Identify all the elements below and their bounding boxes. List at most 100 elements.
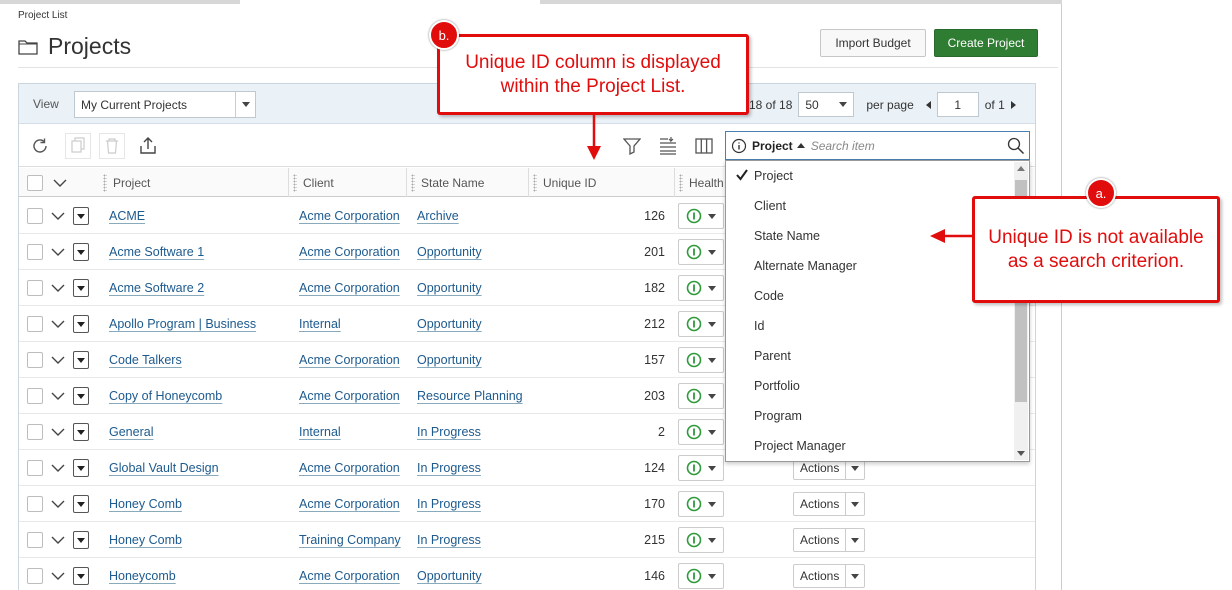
row-menu-button[interactable] bbox=[73, 495, 89, 513]
project-link[interactable]: Code Talkers bbox=[109, 353, 182, 367]
page-number-input[interactable]: 1 bbox=[936, 92, 979, 117]
health-selector[interactable] bbox=[678, 275, 724, 301]
chevron-down-icon[interactable] bbox=[51, 211, 65, 221]
table-row[interactable]: Honey Comb Training Company In Progress … bbox=[19, 522, 1035, 558]
health-selector[interactable] bbox=[678, 347, 724, 373]
project-link[interactable]: Honey Comb bbox=[109, 533, 182, 547]
select-all-checkbox[interactable] bbox=[27, 174, 43, 191]
refresh-icon[interactable] bbox=[29, 135, 51, 157]
row-checkbox[interactable] bbox=[27, 568, 43, 584]
next-page-icon[interactable] bbox=[1010, 100, 1016, 109]
row-checkbox[interactable] bbox=[27, 460, 43, 476]
search-option-program[interactable]: Program bbox=[726, 401, 1013, 431]
row-checkbox[interactable] bbox=[27, 424, 43, 440]
delete-icon[interactable] bbox=[99, 133, 125, 159]
project-link[interactable]: Apollo Program | Business bbox=[109, 317, 256, 331]
filter-icon[interactable] bbox=[621, 135, 643, 157]
state-link[interactable]: In Progress bbox=[417, 533, 481, 547]
client-link[interactable]: Acme Corporation bbox=[299, 209, 400, 223]
create-project-button[interactable]: Create Project bbox=[934, 29, 1038, 57]
search-box[interactable]: Project Search item bbox=[725, 131, 1030, 160]
state-link[interactable]: Opportunity bbox=[417, 317, 482, 331]
breadcrumb[interactable]: Project List bbox=[18, 10, 67, 21]
column-header-unique-id[interactable]: Unique ID bbox=[529, 168, 675, 197]
chevron-down-icon[interactable] bbox=[53, 178, 67, 188]
client-link[interactable]: Internal bbox=[299, 425, 341, 439]
state-link[interactable]: In Progress bbox=[417, 425, 481, 439]
chevron-down-icon[interactable] bbox=[51, 283, 65, 293]
row-menu-button[interactable] bbox=[73, 315, 89, 333]
client-link[interactable]: Acme Corporation bbox=[299, 245, 400, 259]
scroll-up-icon[interactable] bbox=[1017, 166, 1025, 171]
chevron-down-icon[interactable] bbox=[51, 319, 65, 329]
project-link[interactable]: Acme Software 2 bbox=[109, 281, 204, 295]
health-selector[interactable] bbox=[678, 203, 724, 229]
actions-button[interactable]: Actions bbox=[793, 564, 866, 588]
search-field-selector[interactable]: Project bbox=[752, 139, 793, 153]
row-checkbox[interactable] bbox=[27, 496, 43, 512]
health-selector[interactable] bbox=[678, 311, 724, 337]
columns-icon[interactable] bbox=[693, 135, 715, 157]
page-size-select[interactable]: 50 bbox=[798, 92, 855, 117]
chevron-down-icon[interactable] bbox=[235, 92, 255, 117]
state-link[interactable]: Opportunity bbox=[417, 353, 482, 367]
health-selector[interactable] bbox=[678, 239, 724, 265]
view-select[interactable]: My Current Projects bbox=[74, 91, 256, 118]
search-option-portfolio[interactable]: Portfolio bbox=[726, 371, 1013, 401]
project-link[interactable]: Global Vault Design bbox=[109, 461, 219, 475]
search-option-code[interactable]: Code bbox=[726, 281, 1013, 311]
search-option-parent[interactable]: Parent bbox=[726, 341, 1013, 371]
search-option-id[interactable]: Id bbox=[726, 311, 1013, 341]
state-link[interactable]: Resource Planning bbox=[417, 389, 523, 403]
row-menu-button[interactable] bbox=[73, 531, 89, 549]
row-checkbox[interactable] bbox=[27, 352, 43, 368]
chevron-up-icon[interactable] bbox=[796, 143, 805, 148]
row-menu-button[interactable] bbox=[73, 279, 89, 297]
chevron-down-icon[interactable] bbox=[51, 499, 65, 509]
project-link[interactable]: General bbox=[109, 425, 153, 439]
health-selector[interactable] bbox=[678, 527, 724, 553]
health-selector[interactable] bbox=[678, 491, 724, 517]
chevron-down-icon[interactable] bbox=[51, 427, 65, 437]
client-link[interactable]: Acme Corporation bbox=[299, 353, 400, 367]
project-link[interactable]: ACME bbox=[109, 209, 145, 223]
column-header-state-name[interactable]: State Name bbox=[407, 168, 529, 197]
search-option-alternate-manager[interactable]: Alternate Manager bbox=[726, 251, 1013, 281]
project-link[interactable]: Honeycomb bbox=[109, 569, 176, 583]
row-checkbox[interactable] bbox=[27, 280, 43, 296]
chevron-down-icon[interactable] bbox=[51, 571, 65, 581]
state-link[interactable]: Archive bbox=[417, 209, 459, 223]
row-menu-button[interactable] bbox=[73, 351, 89, 369]
health-selector[interactable] bbox=[678, 455, 724, 481]
search-input[interactable]: Search item bbox=[811, 139, 1007, 153]
state-link[interactable]: Opportunity bbox=[417, 569, 482, 583]
copy-icon[interactable] bbox=[65, 133, 91, 159]
search-option-project[interactable]: Project bbox=[726, 161, 1013, 191]
client-link[interactable]: Acme Corporation bbox=[299, 281, 400, 295]
search-option-client[interactable]: Client bbox=[726, 191, 1013, 221]
health-selector[interactable] bbox=[678, 419, 724, 445]
row-checkbox[interactable] bbox=[27, 208, 43, 224]
actions-button[interactable]: Actions bbox=[793, 492, 866, 516]
search-option-project-manager[interactable]: Project Manager bbox=[726, 431, 1013, 461]
project-link[interactable]: Copy of Honeycomb bbox=[109, 389, 222, 403]
client-link[interactable]: Acme Corporation bbox=[299, 389, 400, 403]
scroll-down-icon[interactable] bbox=[1017, 451, 1025, 456]
chevron-down-icon[interactable] bbox=[51, 355, 65, 365]
chevron-down-icon[interactable] bbox=[51, 535, 65, 545]
client-link[interactable]: Acme Corporation bbox=[299, 497, 400, 511]
row-menu-button[interactable] bbox=[73, 243, 89, 261]
row-menu-button[interactable] bbox=[73, 387, 89, 405]
client-link[interactable]: Training Company bbox=[299, 533, 401, 547]
search-icon[interactable] bbox=[1007, 137, 1025, 155]
chevron-down-icon[interactable] bbox=[51, 463, 65, 473]
client-link[interactable]: Internal bbox=[299, 317, 341, 331]
client-link[interactable]: Acme Corporation bbox=[299, 461, 400, 475]
row-checkbox[interactable] bbox=[27, 244, 43, 260]
health-selector[interactable] bbox=[678, 563, 724, 589]
export-icon[interactable] bbox=[137, 135, 159, 157]
import-budget-button[interactable]: Import Budget bbox=[820, 29, 926, 57]
column-header-client[interactable]: Client bbox=[289, 168, 407, 197]
actions-button[interactable]: Actions bbox=[793, 528, 866, 552]
column-header-project[interactable]: Project bbox=[99, 168, 289, 197]
